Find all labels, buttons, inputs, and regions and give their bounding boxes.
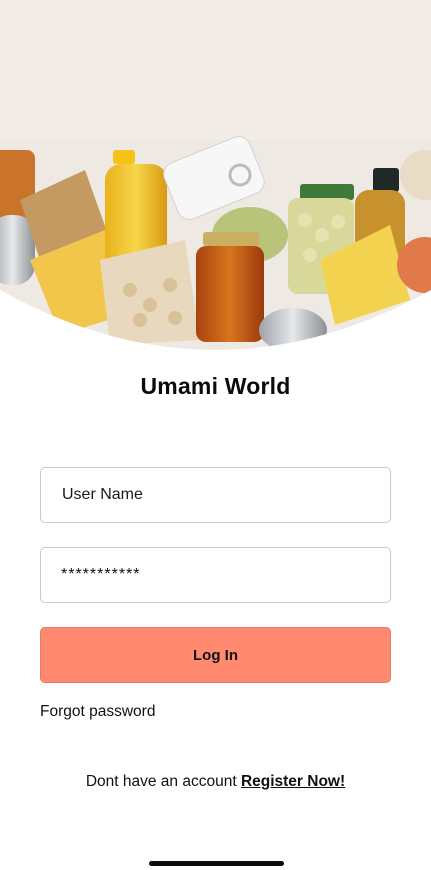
username-input[interactable]	[41, 468, 390, 522]
register-link[interactable]: Register Now!	[241, 773, 345, 790]
register-prompt: Dont have an account	[85, 773, 241, 790]
register-row: Dont have an account Register Now!	[0, 773, 431, 791]
username-field[interactable]	[40, 467, 391, 523]
app-title: Umami World	[140, 373, 291, 399]
hero-image	[0, 0, 431, 360]
home-indicator	[149, 861, 284, 866]
forgot-password-link[interactable]: Forgot password	[40, 703, 155, 721]
password-input[interactable]	[41, 548, 390, 602]
login-button[interactable]: Log In	[40, 627, 391, 683]
password-field[interactable]	[40, 547, 391, 603]
